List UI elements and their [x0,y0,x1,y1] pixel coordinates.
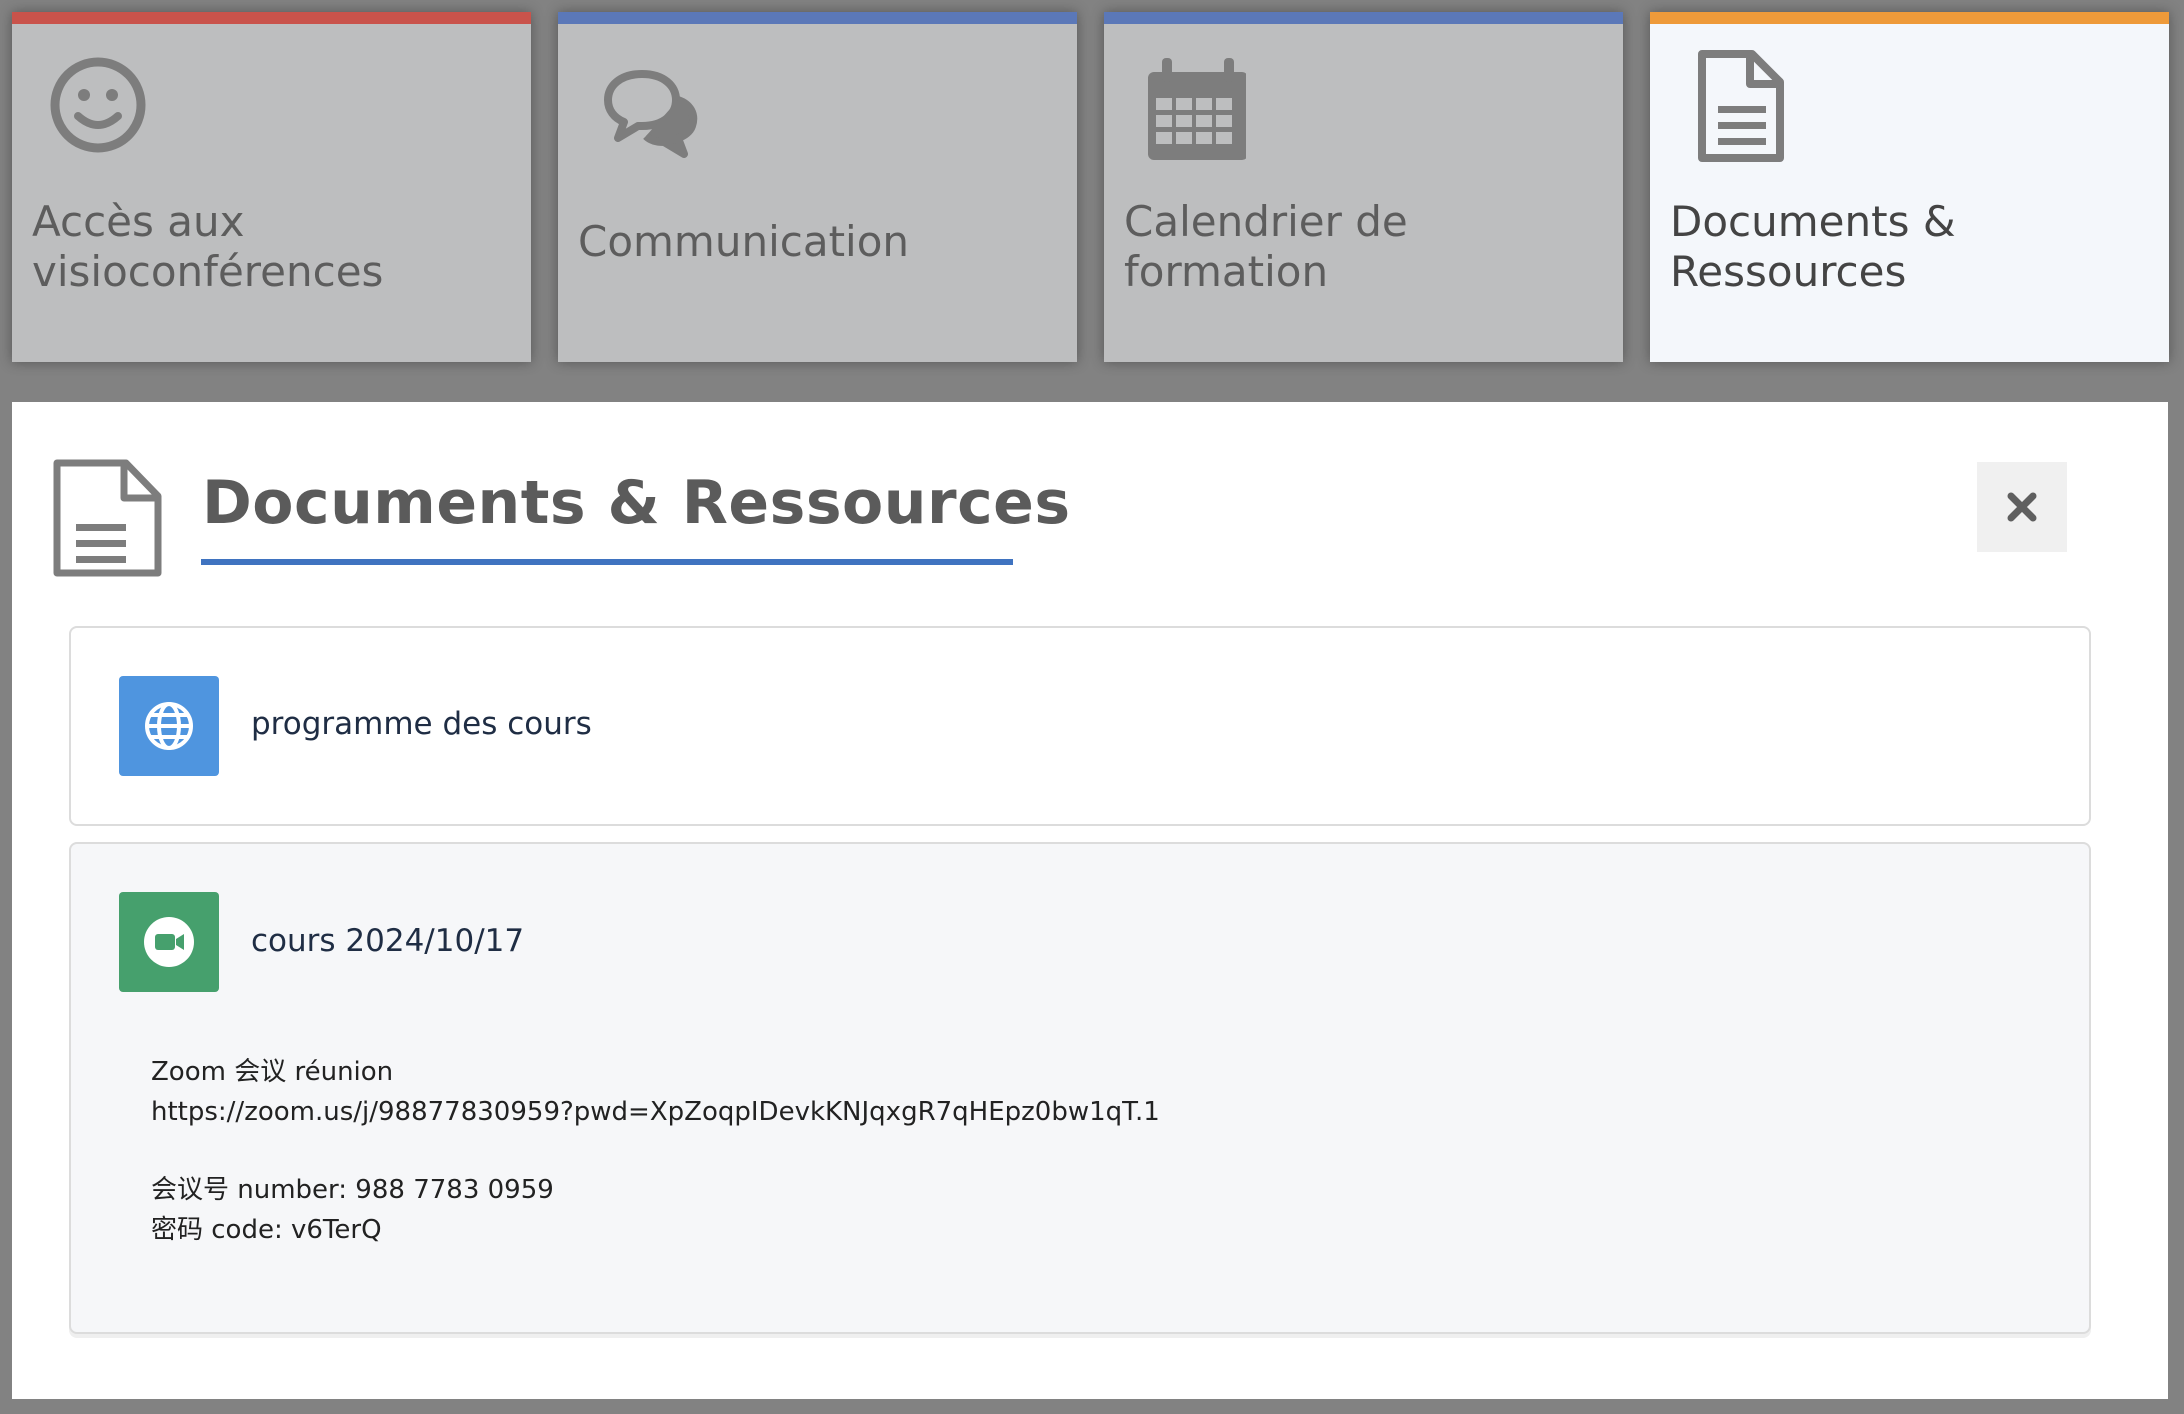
tile-label: Calendrier de formation [1124,197,1408,296]
resource-description: Zoom 会议 réunion https://zoom.us/j/988778… [151,1052,1160,1250]
document-icon [1698,50,1784,162]
tile-accent-bar [1104,12,1623,24]
document-icon [53,459,162,577]
tile-accent-bar [12,12,531,24]
module-tiles: Accès aux visioconférences Communication… [0,0,2184,370]
tile-visioconferences[interactable]: Accès aux visioconférences [12,12,531,362]
video-camera-icon [144,917,194,967]
tile-accent-bar [1650,12,2169,24]
tile-documents-ressources[interactable]: Documents & Ressources [1650,12,2169,362]
tile-label: Communication [578,217,910,266]
tile-communication[interactable]: Communication [558,12,1077,362]
tile-accent-bar [558,12,1077,24]
zoom-meeting-label: Zoom 会议 réunion [151,1057,394,1087]
tile-label: Accès aux visioconférences [32,197,384,296]
zoom-meeting-link[interactable]: https://zoom.us/j/98877830959?pwd=XpZoqp… [151,1092,1160,1132]
tile-label: Documents & Ressources [1670,197,1956,296]
resource-icon-badge [119,676,219,776]
resource-title[interactable]: programme des cours [251,706,592,742]
close-icon [2007,492,2037,522]
meeting-code: 密码 code: v6TerQ [151,1215,382,1245]
resource-item-cours[interactable]: cours 2024/10/17 Zoom 会议 réunion https:/… [69,842,2091,1334]
title-underline [201,559,1013,565]
chat-bubbles-icon [604,70,698,158]
resource-title[interactable]: cours 2024/10/17 [251,923,524,959]
globe-icon [145,702,193,750]
panel-title: Documents & Ressources [202,468,1071,538]
resource-item-programme[interactable]: programme des cours [69,626,2091,826]
calendar-icon [1148,58,1246,160]
tile-calendrier[interactable]: Calendrier de formation [1104,12,1623,362]
close-button[interactable] [1977,462,2067,552]
documents-panel: Documents & Ressources programme des cou… [12,402,2168,1399]
resource-icon-badge [119,892,219,992]
smile-icon [50,57,146,153]
meeting-number: 会议号 number: 988 7783 0959 [151,1175,554,1205]
